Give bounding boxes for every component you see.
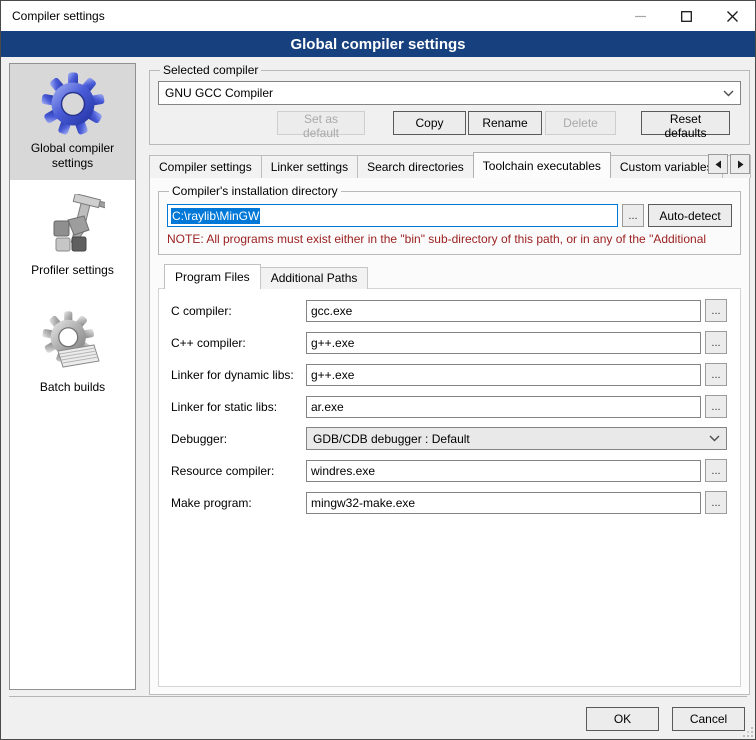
tab-scroll-left-button[interactable]	[708, 154, 728, 174]
c-compiler-input[interactable]	[306, 300, 701, 322]
static-linker-browse-button[interactable]: ...	[705, 395, 727, 418]
close-icon	[727, 11, 738, 22]
form-row-dynamic-linker: Linker for dynamic libs: ...	[171, 363, 727, 386]
c-compiler-label: C compiler:	[171, 304, 306, 318]
form-row-cpp-compiler: C++ compiler: ...	[171, 331, 727, 354]
reset-defaults-button[interactable]: Reset defaults	[641, 111, 730, 135]
maximize-icon	[681, 11, 692, 22]
set-as-default-button[interactable]: Set as default	[277, 111, 365, 135]
dynamic-linker-input[interactable]	[306, 364, 701, 386]
subtab-program-files[interactable]: Program Files	[164, 264, 261, 289]
compiler-select[interactable]: GNU GCC Compiler	[158, 81, 741, 105]
sidebar-item-label: Batch builds	[13, 380, 132, 395]
tab-search-directories[interactable]: Search directories	[357, 155, 474, 178]
installation-directory-browse-button[interactable]: ...	[622, 204, 644, 227]
minimize-icon	[635, 11, 646, 22]
window-title: Compiler settings	[1, 9, 105, 23]
sidebar-item-batch-builds[interactable]: Batch builds	[10, 303, 135, 404]
make-program-input[interactable]	[306, 492, 701, 514]
blue-gear-icon	[41, 72, 105, 136]
gray-gear-stack-icon	[41, 311, 105, 375]
arrow-right-icon	[737, 160, 744, 169]
form-row-resource-compiler: Resource compiler: ...	[171, 459, 727, 482]
cpp-compiler-input[interactable]	[306, 332, 701, 354]
cpp-compiler-label: C++ compiler:	[171, 336, 306, 350]
settings-category-list: Global compiler settings Profiler	[9, 63, 136, 690]
installation-directory-value: C:\raylib\MinGW	[171, 208, 260, 224]
compiler-tabs: Compiler settings Linker settings Search…	[149, 152, 750, 178]
debugger-select-value: GDB/CDB debugger : Default	[313, 432, 709, 446]
cpp-compiler-browse-button[interactable]: ...	[705, 331, 727, 354]
cancel-button[interactable]: Cancel	[672, 707, 745, 731]
debugger-select[interactable]: GDB/CDB debugger : Default	[306, 427, 727, 450]
tab-toolchain-executables[interactable]: Toolchain executables	[473, 152, 611, 178]
dynamic-linker-browse-button[interactable]: ...	[705, 363, 727, 386]
static-linker-input[interactable]	[306, 396, 701, 418]
dynamic-linker-label: Linker for dynamic libs:	[171, 368, 306, 382]
form-row-debugger: Debugger: GDB/CDB debugger : Default	[171, 427, 727, 450]
selected-compiler-group: Selected compiler GNU GCC Compiler Set a…	[149, 63, 750, 145]
chevron-down-icon	[723, 90, 734, 97]
ok-button[interactable]: OK	[586, 707, 659, 731]
installation-directory-input[interactable]: C:\raylib\MinGW	[167, 204, 618, 227]
form-row-make-program: Make program: ...	[171, 491, 727, 514]
dialog-footer: OK Cancel	[9, 696, 747, 732]
resource-compiler-input[interactable]	[306, 460, 701, 482]
tab-scroll-right-button[interactable]	[730, 154, 750, 174]
resource-compiler-label: Resource compiler:	[171, 464, 306, 478]
make-program-label: Make program:	[171, 496, 306, 510]
static-linker-label: Linker for static libs:	[171, 400, 306, 414]
close-button[interactable]	[709, 1, 755, 31]
form-row-static-linker: Linker for static libs: ...	[171, 395, 727, 418]
make-program-browse-button[interactable]: ...	[705, 491, 727, 514]
delete-button[interactable]: Delete	[545, 111, 616, 135]
debugger-label: Debugger:	[171, 432, 306, 446]
program-tabs: Program Files Additional Paths	[164, 264, 741, 289]
sidebar-item-label: Profiler settings	[13, 263, 132, 278]
tab-compiler-settings[interactable]: Compiler settings	[149, 155, 262, 178]
settings-content: Selected compiler GNU GCC Compiler Set a…	[149, 63, 750, 691]
copy-button[interactable]: Copy	[393, 111, 466, 135]
selected-compiler-legend: Selected compiler	[160, 63, 261, 77]
caliper-icon	[41, 194, 105, 258]
installation-directory-group: Compiler's installation directory C:\ray…	[158, 184, 741, 255]
sidebar-item-global-compiler-settings[interactable]: Global compiler settings	[10, 64, 135, 180]
title-bar: Compiler settings	[1, 1, 755, 31]
chevron-down-icon	[709, 435, 720, 442]
installation-directory-legend: Compiler's installation directory	[169, 184, 341, 198]
sidebar-item-profiler-settings[interactable]: Profiler settings	[10, 186, 135, 287]
auto-detect-button[interactable]: Auto-detect	[648, 204, 732, 227]
compiler-settings-dialog: Compiler settings Global compiler settin…	[0, 0, 756, 740]
rename-button[interactable]: Rename	[468, 111, 542, 135]
resource-compiler-browse-button[interactable]: ...	[705, 459, 727, 482]
toolchain-executables-panel: Compiler's installation directory C:\ray…	[149, 177, 750, 695]
maximize-button[interactable]	[663, 1, 709, 31]
installation-directory-note: NOTE: All programs must exist either in …	[167, 232, 732, 246]
sidebar-item-label: Global compiler settings	[13, 141, 132, 171]
compiler-select-value: GNU GCC Compiler	[165, 86, 723, 100]
form-row-c-compiler: C compiler: ...	[171, 299, 727, 322]
c-compiler-browse-button[interactable]: ...	[705, 299, 727, 322]
subtab-additional-paths[interactable]: Additional Paths	[260, 267, 369, 289]
minimize-button[interactable]	[617, 1, 663, 31]
tab-linker-settings[interactable]: Linker settings	[261, 155, 358, 178]
program-files-panel: C compiler: ... C++ compiler: ... Linker…	[158, 288, 741, 687]
dialog-heading: Global compiler settings	[1, 31, 755, 57]
resize-grip[interactable]	[742, 726, 754, 738]
arrow-left-icon	[715, 160, 722, 169]
